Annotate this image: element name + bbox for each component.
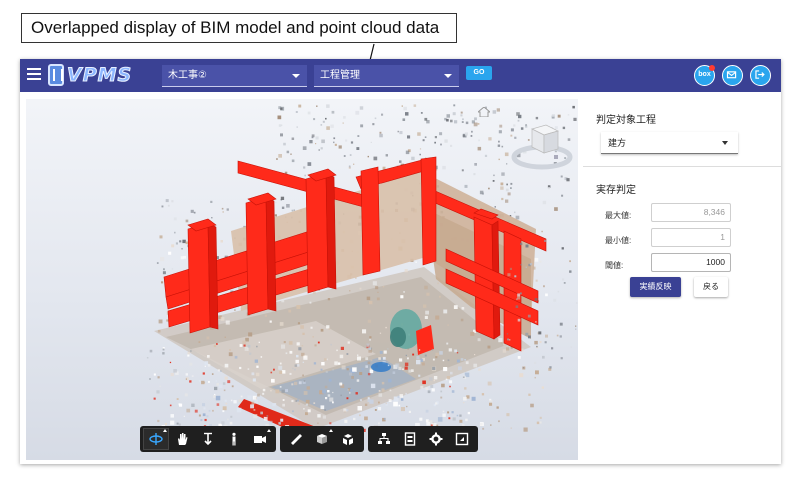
notification-dot — [709, 65, 715, 71]
expand-triangle-icon — [329, 429, 333, 432]
camera-icon — [254, 436, 266, 443]
top-bar: VPMS 木工事② 工程管理 GO box — [20, 59, 781, 92]
settings-gear-icon — [429, 432, 443, 446]
pan-tool[interactable] — [169, 428, 195, 450]
explode-tool[interactable] — [335, 428, 361, 450]
model-tree-icon — [378, 433, 390, 444]
chevron-down-icon — [444, 74, 452, 78]
camera-tool[interactable] — [247, 428, 273, 450]
process-select-value: 工程管理 — [320, 70, 360, 81]
threshold-input[interactable]: 1000 — [651, 253, 731, 272]
max-value-label: 最大値: — [605, 211, 632, 220]
target-process-value: 建方 — [608, 138, 627, 148]
bim-point-cloud-scene[interactable] — [26, 99, 578, 460]
app-logo: VPMS — [48, 63, 132, 87]
pan-hand-icon — [178, 433, 188, 445]
project-select[interactable]: 木工事② — [162, 65, 307, 87]
zoom-icon — [204, 432, 212, 446]
threshold-label: 閾値: — [605, 261, 624, 270]
zoom-tool[interactable] — [195, 428, 221, 450]
min-value-field: 1 — [651, 228, 731, 247]
properties-tool[interactable] — [397, 428, 423, 450]
measure-icon — [291, 434, 302, 445]
orbit-icon — [149, 433, 163, 445]
chevron-down-icon — [722, 141, 728, 145]
measure-tool[interactable] — [283, 428, 309, 450]
logo-text: VPMS — [66, 64, 133, 87]
logo-mark-icon — [48, 64, 64, 86]
box-button[interactable]: box — [694, 65, 715, 86]
section-tool[interactable] — [309, 428, 335, 450]
walk-person-icon — [232, 432, 236, 446]
analysis-tools — [280, 426, 364, 452]
process-select[interactable]: 工程管理 — [314, 65, 459, 87]
apply-result-button[interactable]: 実績反映 — [630, 277, 681, 297]
judgement-panel: 判定対象工程 建方 実存判定 最大値: 8,346 最小値: 1 閾値: 100… — [583, 99, 781, 464]
target-process-select[interactable]: 建方 — [601, 132, 738, 154]
target-process-title: 判定対象工程 — [596, 115, 656, 126]
fullscreen-tool[interactable] — [449, 428, 475, 450]
min-value-label: 最小値: — [605, 236, 632, 245]
fullscreen-icon — [455, 432, 469, 446]
app-window: VPMS 木工事② 工程管理 GO box 判定対象工程 建方 実存判定 最大値… — [20, 59, 781, 464]
expand-triangle-icon — [163, 429, 167, 432]
expand-triangle-icon — [267, 429, 271, 432]
section-box-icon — [317, 434, 327, 444]
3d-viewport[interactable] — [26, 99, 578, 460]
viewer-toolbar — [140, 426, 478, 452]
mail-button[interactable] — [722, 65, 743, 86]
home-icon[interactable] — [478, 107, 490, 117]
project-select-value: 木工事② — [168, 70, 207, 81]
logout-icon — [755, 70, 765, 79]
properties-icon — [404, 432, 416, 446]
mail-icon — [726, 71, 737, 79]
go-button[interactable]: GO — [466, 66, 492, 80]
panel-divider — [583, 166, 781, 167]
max-value-field: 8,346 — [651, 203, 731, 222]
annotation-callout: Overlapped display of BIM model and poin… — [21, 13, 457, 43]
walk-tool[interactable] — [221, 428, 247, 450]
judgement-title: 実存判定 — [596, 185, 636, 196]
model-tree-tool[interactable] — [371, 428, 397, 450]
back-button[interactable]: 戻る — [694, 277, 728, 297]
orbit-tool[interactable] — [143, 428, 169, 450]
navigation-tools — [140, 426, 276, 452]
chevron-down-icon — [292, 74, 300, 78]
view-cube-icon[interactable] — [504, 119, 574, 174]
settings-tool[interactable] — [423, 428, 449, 450]
logout-button[interactable] — [750, 65, 771, 86]
figure-root: Overlapped display of BIM model and poin… — [0, 0, 800, 486]
explode-cube-icon — [343, 434, 353, 445]
settings-tools — [368, 426, 478, 452]
menu-icon[interactable] — [27, 68, 41, 82]
